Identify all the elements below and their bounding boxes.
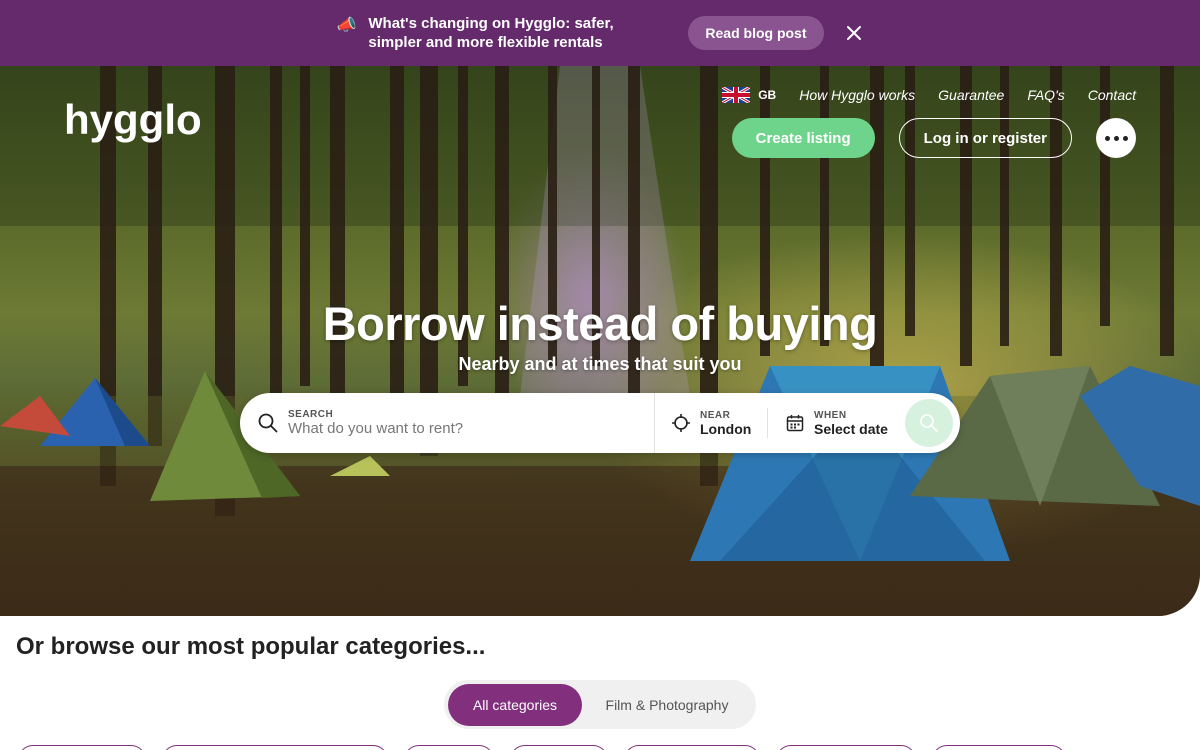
search-submit-button[interactable] <box>905 399 953 447</box>
near-value: London <box>700 420 752 437</box>
search-label: SEARCH <box>288 409 334 420</box>
more-dots-icon <box>1104 135 1110 141</box>
search-field-group: SEARCH <box>288 409 628 437</box>
search-bar: SEARCH NEAR London <box>240 393 960 453</box>
date-segment[interactable]: WHEN Select date <box>768 408 905 438</box>
top-navigation: GB How Hygglo works Guarantee FAQ's Cont… <box>722 87 1136 103</box>
nav-faqs[interactable]: FAQ's <box>1027 87 1064 103</box>
category-chip[interactable] <box>162 745 388 750</box>
categories-heading: Or browse our most popular categories... <box>16 633 486 660</box>
uk-flag-icon <box>722 87 751 103</box>
more-menu-button[interactable] <box>1096 118 1136 158</box>
category-chip[interactable] <box>932 745 1066 750</box>
category-chip[interactable] <box>510 745 608 750</box>
tab-film-photography[interactable]: Film & Photography <box>582 684 752 726</box>
location-field-group: NEAR London <box>700 410 751 437</box>
hero-section: hygglo GB How Hygglo works Guarantee FAQ… <box>0 66 1200 616</box>
search-segment[interactable]: SEARCH <box>240 393 655 453</box>
announcement-content: 📣 What's changing on Hygglo: safer, simp… <box>336 14 863 52</box>
category-chip[interactable] <box>776 745 916 750</box>
hero-headline: Borrow instead of buying <box>322 297 878 350</box>
logo-text: hygglo <box>64 96 202 143</box>
tab-all-categories[interactable]: All categories <box>448 683 582 726</box>
when-value: Select date <box>814 420 888 437</box>
read-blog-post-button[interactable]: Read blog post <box>688 16 824 50</box>
create-listing-button[interactable]: Create listing <box>731 118 875 158</box>
category-tabs: All categories Film & Photography <box>444 680 756 729</box>
announcement-text: What's changing on Hygglo: safer, simple… <box>368 15 614 51</box>
category-chip-row <box>0 745 1200 750</box>
header-actions: Create listing Log in or register <box>731 118 1136 158</box>
nav-contact[interactable]: Contact <box>1088 87 1136 103</box>
search-submit-icon <box>920 414 938 432</box>
close-icon[interactable] <box>844 23 864 43</box>
category-chip[interactable] <box>18 745 146 750</box>
category-chip[interactable] <box>624 745 760 750</box>
megaphone-icon: 📣 <box>336 17 357 34</box>
date-field-group: WHEN Select date <box>814 410 888 437</box>
hero-subline: Nearby and at times that suit you <box>458 354 742 374</box>
login-register-button[interactable]: Log in or register <box>898 118 1072 158</box>
calendar-icon <box>786 415 804 432</box>
crosshair-icon <box>672 414 690 432</box>
near-label: NEAR <box>700 409 731 421</box>
language-code: GB <box>758 88 777 102</box>
nav-guarantee[interactable]: Guarantee <box>938 87 1004 103</box>
when-label: WHEN <box>814 409 847 421</box>
search-icon <box>258 413 278 433</box>
announcement-banner: 📣 What's changing on Hygglo: safer, simp… <box>0 0 1200 66</box>
location-segment[interactable]: NEAR London <box>655 408 768 438</box>
language-selector[interactable]: GB <box>722 87 776 103</box>
category-chip[interactable] <box>404 745 494 750</box>
search-input[interactable] <box>288 420 628 437</box>
hygglo-logo[interactable]: hygglo <box>64 94 216 150</box>
nav-how-hygglo-works[interactable]: How Hygglo works <box>799 87 915 103</box>
